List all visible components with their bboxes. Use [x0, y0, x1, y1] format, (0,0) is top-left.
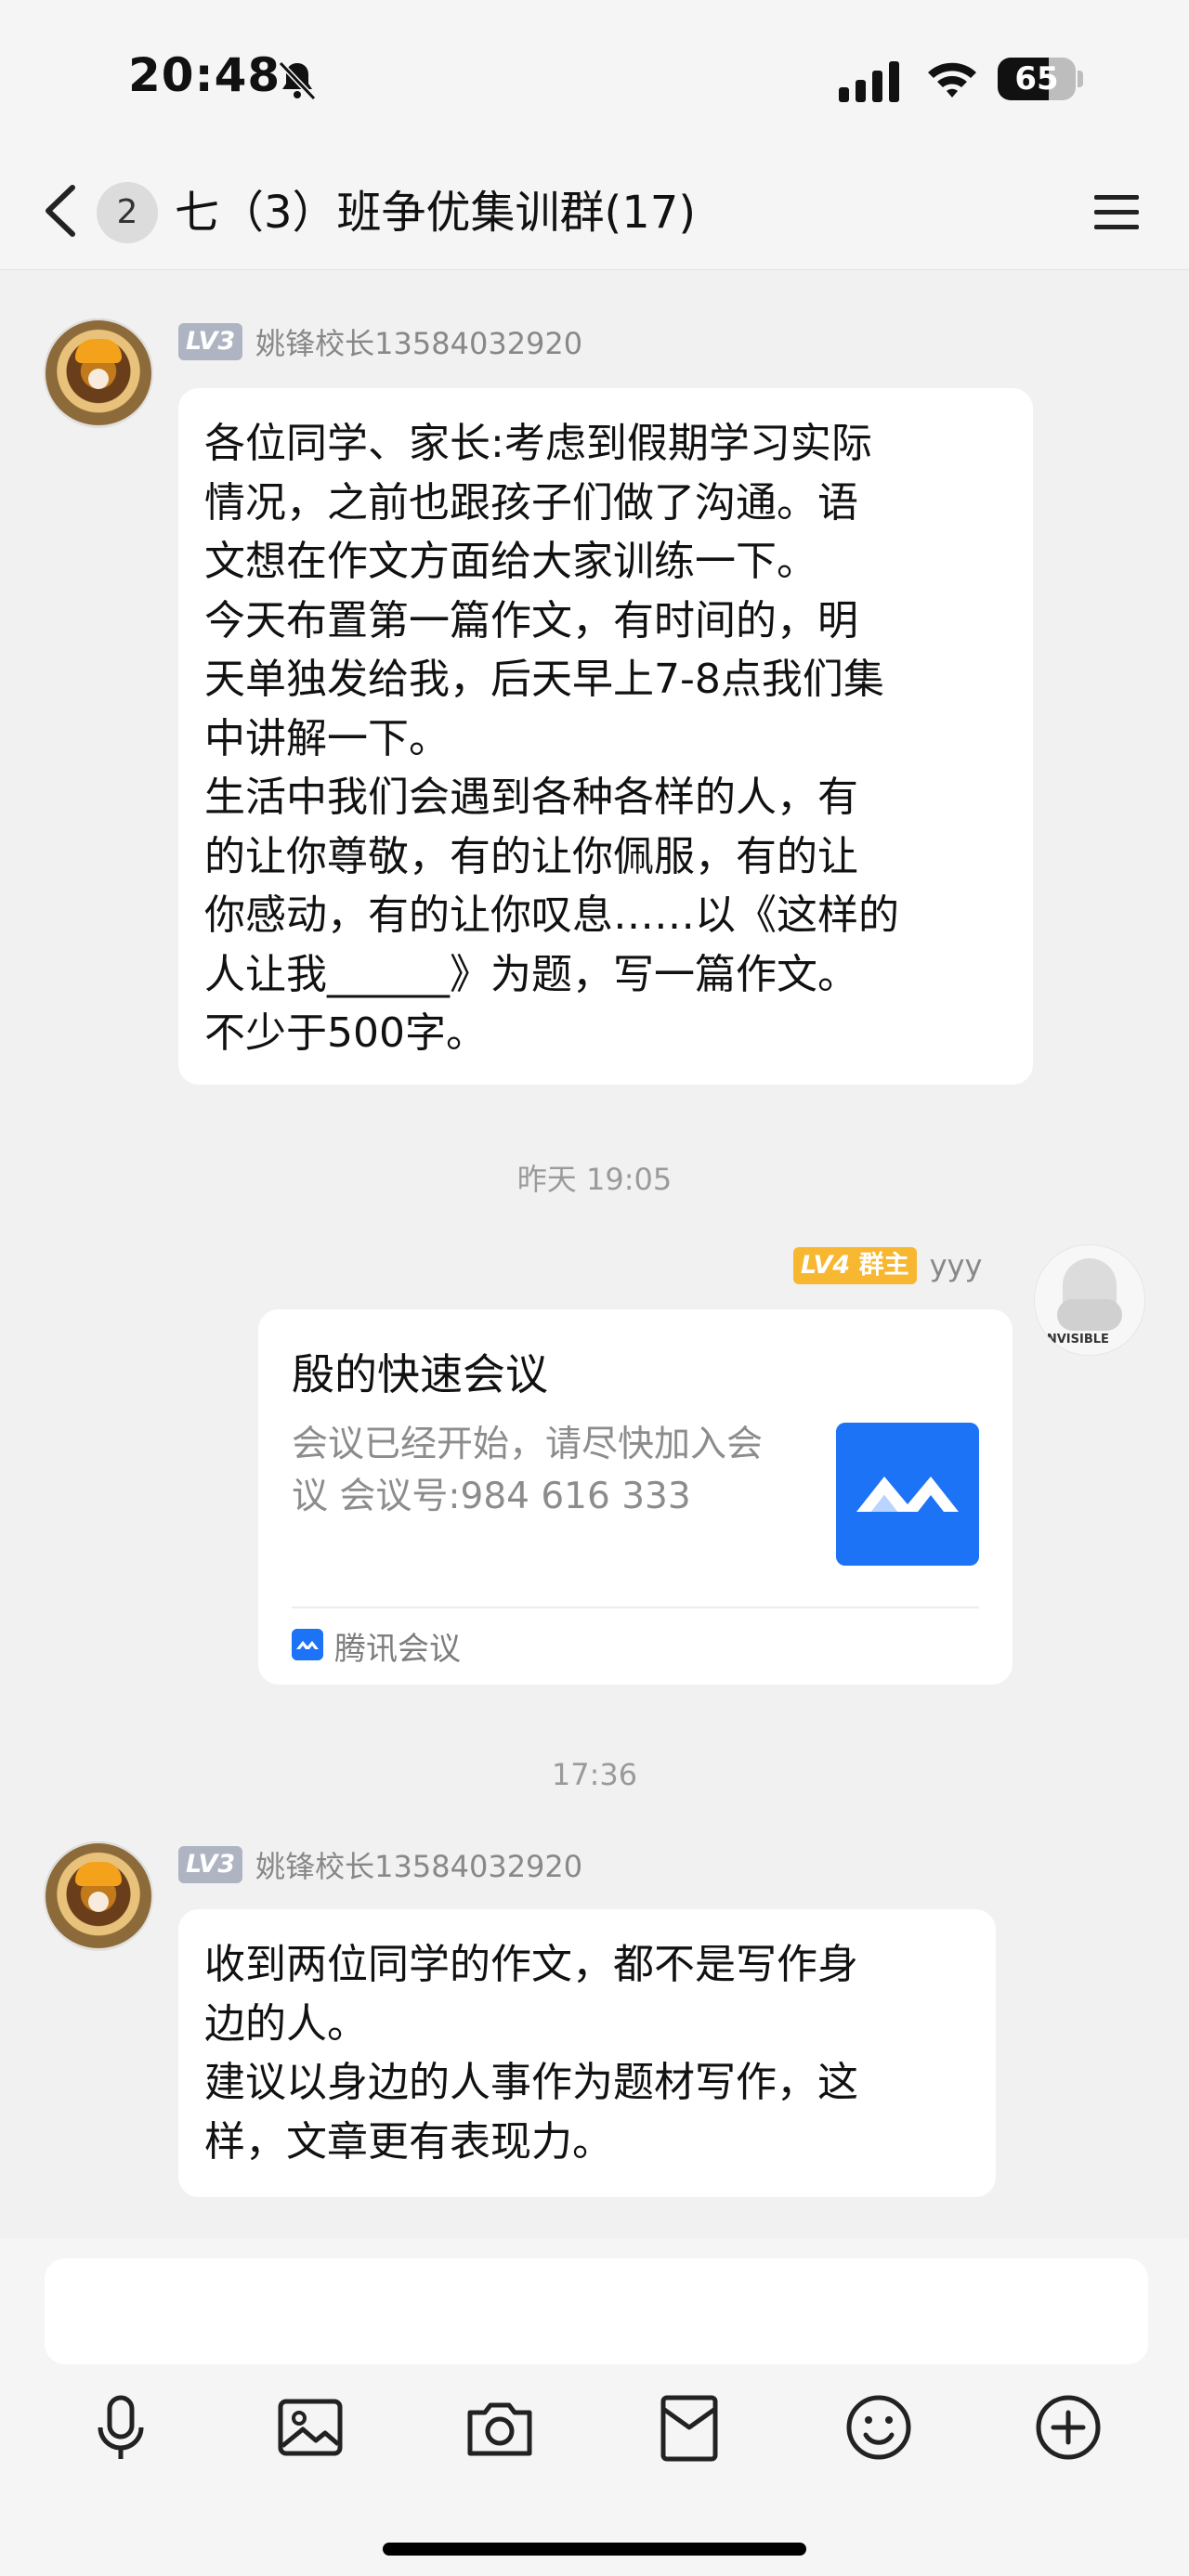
red-packet-icon[interactable] — [652, 2390, 726, 2465]
camera-icon[interactable] — [463, 2390, 537, 2465]
avatar[interactable] — [44, 1841, 153, 1951]
level-badge: LV4 群主 — [793, 1247, 917, 1284]
tencent-meeting-app-icon — [292, 1629, 323, 1660]
sender-name[interactable]: 姚锋校长13584032920 — [255, 320, 582, 363]
status-time: 20:48 — [128, 48, 281, 102]
sender-name[interactable]: 姚锋校长13584032920 — [255, 1843, 582, 1886]
meeting-description: 会议已经开始，请尽快加入会议 会议号:984 616 333 — [292, 1424, 764, 1517]
hamburger-menu-icon[interactable] — [1092, 189, 1141, 236]
emoji-icon[interactable] — [842, 2390, 916, 2465]
level-badge: LV3 — [178, 323, 243, 360]
unread-badge[interactable]: 2 — [97, 182, 158, 243]
meeting-title: 殷的快速会议 — [292, 1349, 548, 1399]
avatar[interactable] — [44, 319, 153, 428]
time-divider: 昨天 19:05 — [516, 1162, 673, 1197]
microphone-icon[interactable] — [84, 2390, 158, 2465]
message-bubble[interactable]: 各位同学、家长:考虑到假期学习实际 情况，之前也跟孩子们做了沟通。语 文想在作文… — [178, 388, 1033, 1085]
time-divider: 17:36 — [551, 1757, 638, 1792]
sender-row: LV4 群主 yyy — [793, 1243, 982, 1288]
message-text: 收到两位同学的作文，都不是写作身 边的人。 建议以身边的人事作为题材写作，这 样… — [204, 1941, 858, 2166]
image-icon[interactable] — [273, 2390, 347, 2465]
group-title: 七（3）班争优集训群(17) — [175, 187, 697, 239]
signal-icon — [839, 61, 899, 102]
status-bar: 20:48 65 — [0, 0, 1189, 158]
message-text: 各位同学、家长:考虑到假期学习实际 情况，之前也跟孩子们做了沟通。语 文想在作文… — [204, 420, 899, 1057]
battery-level: 65 — [1014, 60, 1059, 98]
bell-slash-icon — [278, 60, 317, 101]
chevron-left-icon[interactable] — [33, 178, 89, 243]
sender-row: LV3 姚锋校长13584032920 — [178, 319, 582, 364]
input-area — [0, 2238, 1189, 2576]
sender-row: LV3 姚锋校长13584032920 — [178, 1842, 582, 1887]
chat-header: 2 七（3）班争优集训群(17) — [0, 158, 1189, 270]
avatar[interactable]: INVISIBLE — [1034, 1244, 1145, 1356]
divider — [292, 1607, 979, 1608]
battery-icon: 65 — [998, 58, 1083, 100]
message-bubble[interactable]: 收到两位同学的作文，都不是写作身 边的人。 建议以身边的人事作为题材写作，这 样… — [178, 1909, 996, 2197]
tencent-meeting-logo-icon — [836, 1423, 979, 1566]
avatar-caption: INVISIBLE — [1042, 1333, 1109, 1347]
meeting-app-name: 腾讯会议 — [334, 1631, 461, 1668]
sender-name[interactable]: yyy — [930, 1248, 983, 1283]
message-input[interactable] — [45, 2258, 1148, 2364]
plus-circle-icon[interactable] — [1031, 2390, 1105, 2465]
meeting-card[interactable]: 殷的快速会议 会议已经开始，请尽快加入会议 会议号:984 616 333 腾讯… — [258, 1309, 1013, 1685]
home-indicator — [383, 2543, 806, 2556]
level-badge: LV3 — [178, 1846, 243, 1883]
wifi-icon — [928, 62, 976, 98]
